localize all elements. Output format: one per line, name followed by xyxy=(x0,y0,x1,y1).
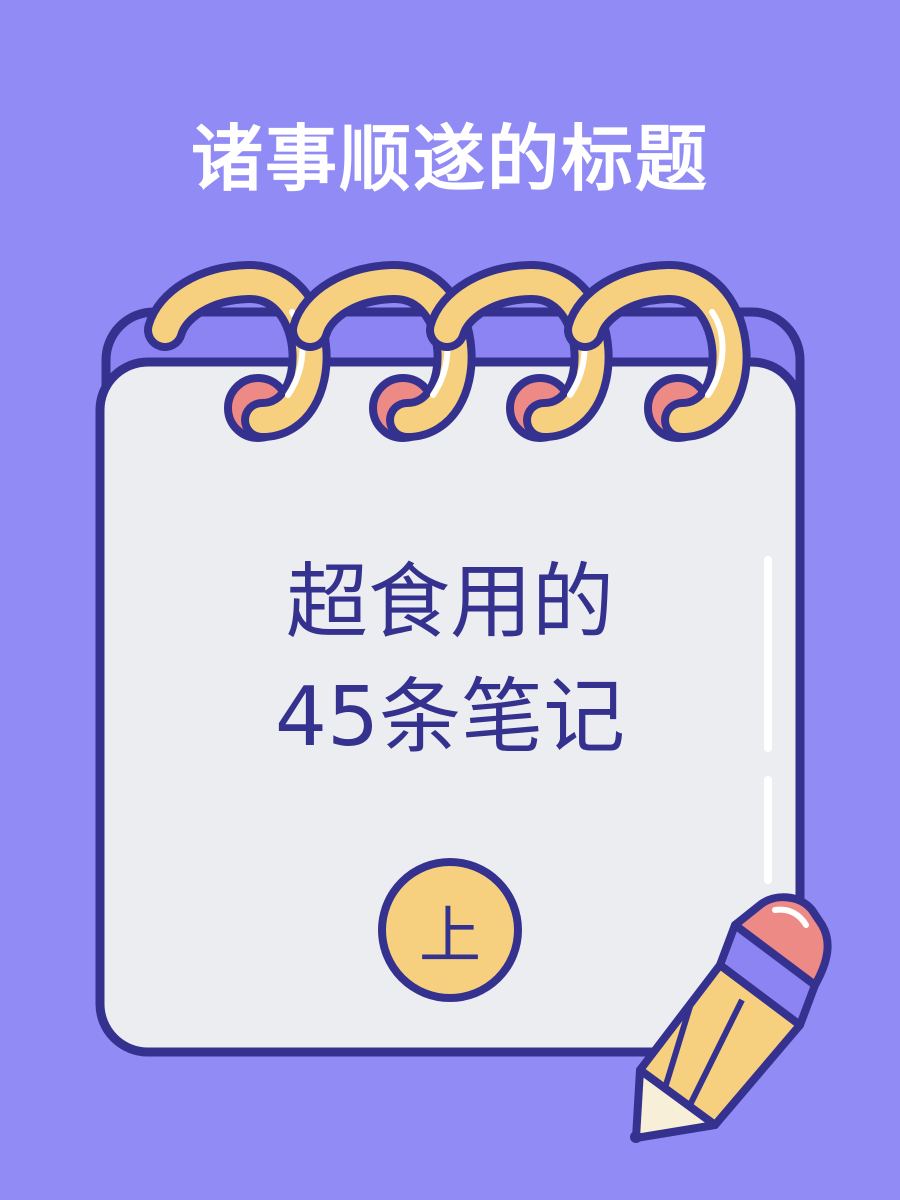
notepad-text: 超食用的 45条笔记 xyxy=(140,545,760,775)
notepad-line-2: 45条笔记 xyxy=(274,670,626,765)
notepad-line-1: 超食用的 xyxy=(285,555,614,650)
badge-label: 上 xyxy=(418,899,481,972)
